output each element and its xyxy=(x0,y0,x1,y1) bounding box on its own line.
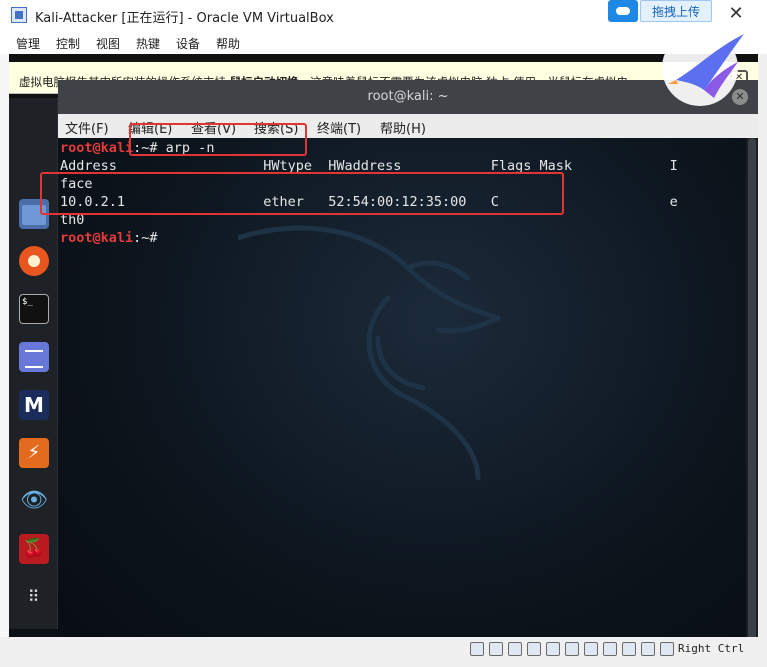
terminal-icon[interactable]: $_ xyxy=(19,294,49,324)
terminal-menu-help[interactable]: 帮助(H) xyxy=(380,118,426,137)
firefox-icon[interactable] xyxy=(19,246,49,276)
virtualbox-app-icon xyxy=(11,7,27,23)
background-window-edge xyxy=(0,54,9,667)
vbox-statusbar: Right Ctrl xyxy=(0,637,767,667)
terminal-menu-file[interactable]: 文件(F) xyxy=(65,118,109,137)
terminal-scrollbar[interactable] xyxy=(746,138,758,657)
arp-entry-highlight-box xyxy=(40,172,564,215)
show-apps-icon[interactable]: ⠿ xyxy=(19,582,49,612)
eye-icon[interactable]: 👁 xyxy=(19,486,49,516)
menu-control[interactable]: 控制 xyxy=(56,35,80,52)
terminal-window[interactable]: root@kali: ~ ✕ 文件(F) 编辑(E) 查看(V) 搜索(S) 终… xyxy=(58,80,758,657)
kali-dragon-logo xyxy=(238,225,501,481)
scrollbar-thumb[interactable] xyxy=(748,138,756,657)
menu-devices[interactable]: 设备 xyxy=(176,35,200,52)
video-capture-icon[interactable] xyxy=(603,642,617,656)
terminal-titlebar[interactable]: root@kali: ~ ✕ xyxy=(58,80,758,115)
host-key-label: Right Ctrl xyxy=(678,642,745,655)
window-title: Kali-Attacker [正在运行] - Oracle VM Virtual… xyxy=(35,11,334,26)
cpu-icon[interactable] xyxy=(622,642,636,656)
terminal-menu-terminal[interactable]: 终端(T) xyxy=(317,118,361,137)
prompt-user: root@kali xyxy=(60,230,134,246)
mouse-integration-icon[interactable] xyxy=(641,642,655,656)
shared-folders-icon[interactable] xyxy=(565,642,579,656)
bird-logo-icon xyxy=(662,30,744,106)
prompt-user: root@kali xyxy=(60,140,134,156)
window-titlebar: Kali-Attacker [正在运行] - Oracle VM Virtual… xyxy=(0,0,767,30)
cloud-upload-icon[interactable] xyxy=(608,0,638,22)
keyboard-icon[interactable] xyxy=(660,642,674,656)
network-icon[interactable] xyxy=(527,642,541,656)
usb-icon[interactable] xyxy=(546,642,560,656)
terminal-output[interactable]: root@kali:~# arp -n Address HWtype HWadd… xyxy=(58,138,746,657)
terminal-line-prompt: root@kali:~# xyxy=(60,230,158,246)
guest-display[interactable]: 虚拟电脑报告其内所安装的操作系统支持 鼠标自动切换。这意味着鼠标不需要为该虚拟电… xyxy=(9,54,758,657)
burpsuite-icon[interactable]: ⚡ xyxy=(19,438,49,468)
optical-drive-icon[interactable] xyxy=(489,642,503,656)
menu-view[interactable]: 视图 xyxy=(96,35,120,52)
window-close-button[interactable]: ✕ xyxy=(726,4,746,24)
display-icon[interactable] xyxy=(584,642,598,656)
vbox-menubar: 管理 控制 视图 热键 设备 帮助 xyxy=(0,30,767,54)
notes-icon[interactable] xyxy=(19,342,49,372)
cherrytree-icon[interactable]: 🍒 xyxy=(19,534,49,564)
prompt-suffix: :~# xyxy=(133,230,158,246)
terminal-title: root@kali: ~ xyxy=(367,89,449,104)
metasploit-icon[interactable]: M xyxy=(19,390,49,420)
menu-hotkey[interactable]: 热键 xyxy=(136,35,160,52)
menu-help[interactable]: 帮助 xyxy=(216,35,240,52)
menu-manage[interactable]: 管理 xyxy=(16,35,40,52)
audio-icon[interactable] xyxy=(508,642,522,656)
command-highlight-box xyxy=(129,123,307,156)
harddisk-icon[interactable] xyxy=(470,642,484,656)
drag-upload-button[interactable]: 拖拽上传 xyxy=(640,0,712,22)
